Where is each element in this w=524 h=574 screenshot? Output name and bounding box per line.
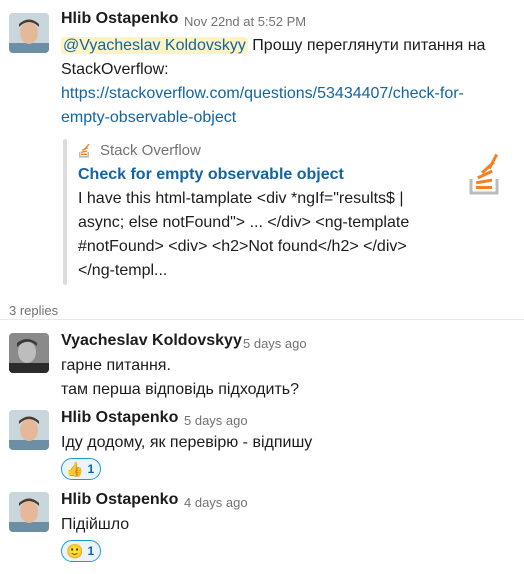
reply-timestamp[interactable]: 4 days ago bbox=[184, 495, 248, 510]
stack-overflow-logo-icon bbox=[468, 153, 504, 195]
reaction-thumbs-up[interactable]: 👍 1 bbox=[61, 458, 102, 480]
message-link[interactable]: https://stackoverflow.com/questions/5343… bbox=[61, 85, 464, 103]
message-author[interactable]: Hlib Ostapenko bbox=[61, 10, 178, 28]
stack-overflow-icon bbox=[78, 143, 92, 158]
reply-text: там перша відповідь підходить? bbox=[61, 381, 300, 398]
reaction-count: 1 bbox=[87, 462, 95, 476]
reply-author[interactable]: Hlib Ostapenko bbox=[61, 491, 178, 509]
reply-text: Підійшло bbox=[61, 516, 130, 533]
reply-author[interactable]: Vyacheslav Koldovskyy bbox=[61, 332, 242, 350]
avatar-hlib[interactable] bbox=[9, 13, 49, 53]
unfurl-description-line: async; else notFound"> ... </div> <ng-te… bbox=[78, 214, 410, 231]
unfurl-source[interactable]: Stack Overflow bbox=[78, 142, 201, 159]
reply-timestamp[interactable]: 5 days ago bbox=[184, 413, 248, 428]
unfurl-description-line: #notFound> <div> <h2>Not found</h2> </di… bbox=[78, 238, 407, 255]
unfurl-description-line: I have this html-tamplate <div *ngIf="re… bbox=[78, 190, 404, 207]
unfurl-description-line: </ng-templ... bbox=[78, 262, 168, 279]
user-mention[interactable]: @Vyacheslav Koldovskyy bbox=[61, 37, 248, 54]
reply-text: Іду додому, як перевірю - відпишу bbox=[61, 434, 313, 451]
avatar-vyacheslav[interactable] bbox=[9, 333, 49, 373]
replies-count[interactable]: 3 replies bbox=[9, 303, 58, 318]
thumbs-up-icon: 👍 bbox=[66, 461, 84, 477]
reply-author[interactable]: Hlib Ostapenko bbox=[61, 409, 178, 427]
message-text: Прошу переглянути питання на bbox=[247, 37, 486, 54]
reaction-smile[interactable]: 🙂 1 bbox=[61, 540, 102, 562]
message-timestamp[interactable]: Nov 22nd at 5:52 PM bbox=[184, 14, 306, 29]
slightly-smiling-face-icon: 🙂 bbox=[66, 543, 84, 559]
unfurl-source-name: Stack Overflow bbox=[100, 142, 201, 159]
unfurl-title[interactable]: Check for empty observable object bbox=[78, 166, 344, 184]
reply-text: гарне питання. bbox=[61, 357, 171, 374]
avatar-hlib[interactable] bbox=[9, 410, 49, 450]
message-text-line: @Vyacheslav Koldovskyy Прошу переглянути… bbox=[61, 37, 485, 55]
reply-timestamp[interactable]: 5 days ago bbox=[243, 336, 307, 351]
message-link-continued[interactable]: empty-observable-object bbox=[61, 109, 236, 127]
thread-divider bbox=[0, 319, 524, 320]
message-text-line: StackOverflow: bbox=[61, 61, 169, 78]
reaction-count: 1 bbox=[87, 544, 95, 558]
avatar-hlib[interactable] bbox=[9, 492, 49, 532]
unfurl-accent-bar bbox=[63, 139, 67, 285]
